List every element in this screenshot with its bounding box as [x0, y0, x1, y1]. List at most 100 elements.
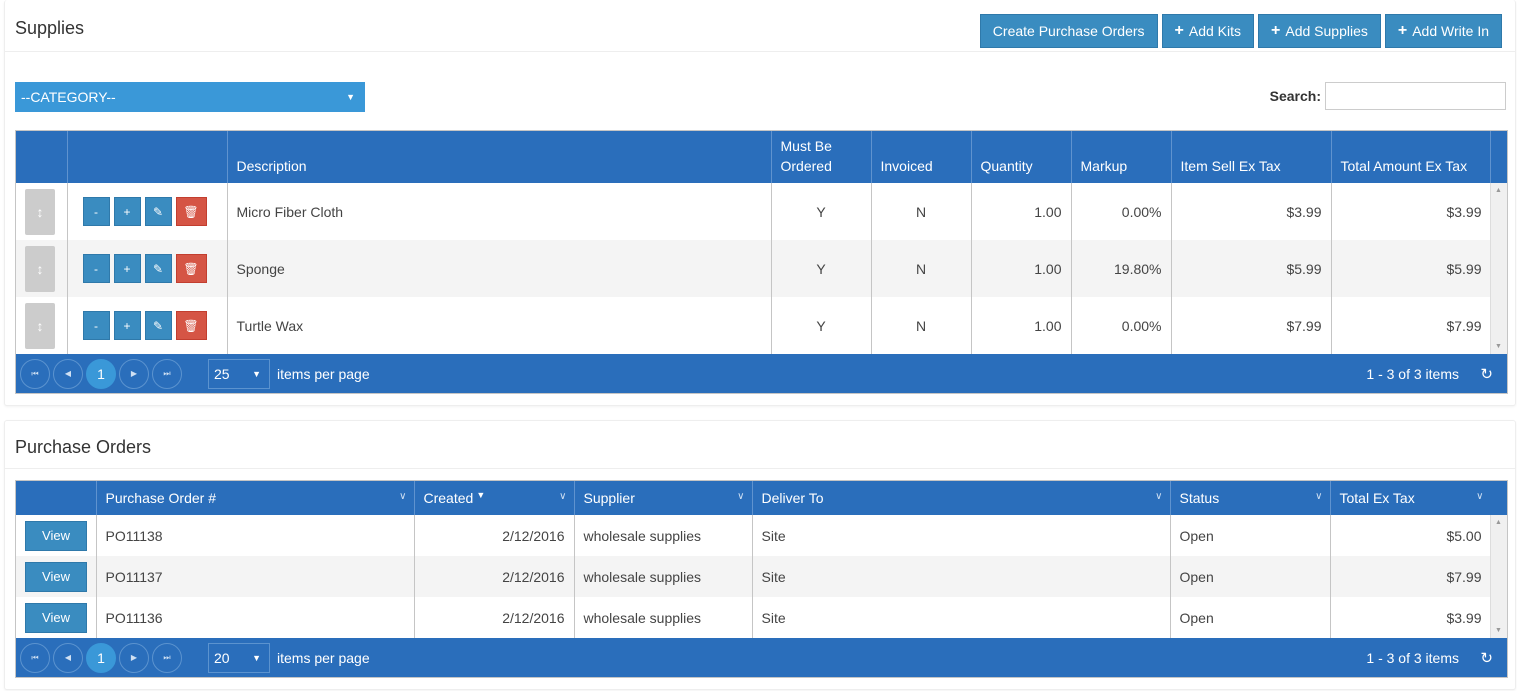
cell-total-amount-ex-tax: $7.99	[1331, 297, 1492, 354]
decrease-quantity-button[interactable]: -	[82, 197, 110, 226]
scroll-up-icon[interactable]: ▲	[1495, 187, 1502, 194]
increase-quantity-button[interactable]: +	[113, 311, 141, 340]
page-size-dropdown[interactable]: 25 ▼	[208, 358, 270, 389]
next-page-icon[interactable]: ▶	[119, 358, 149, 389]
vertical-scrollbar[interactable]: ▲ ▼	[1490, 515, 1507, 638]
view-button[interactable]: View	[25, 520, 87, 551]
delete-trash-icon[interactable]: 🗑	[175, 254, 207, 283]
pager-info: 1 - 3 of 3 items	[1366, 365, 1459, 382]
increase-quantity-button[interactable]: +	[113, 254, 141, 283]
column-header-markup[interactable]: Markup	[1071, 131, 1172, 183]
column-menu-chevron-icon[interactable]: ∨	[737, 491, 744, 502]
column-header-created[interactable]: Created ▼ ∨	[414, 481, 575, 515]
delete-trash-icon[interactable]: 🗑	[175, 311, 207, 340]
view-button[interactable]: View	[25, 561, 87, 592]
column-header-deliver-to[interactable]: Deliver To ∨	[752, 481, 1171, 515]
add-supplies-button[interactable]: + Add Supplies	[1258, 14, 1381, 48]
cell-must-be-ordered: Y	[771, 297, 872, 354]
refresh-icon[interactable]: ↻	[1480, 365, 1493, 383]
column-menu-chevron-icon[interactable]: ∨	[559, 491, 566, 502]
edit-pencil-icon[interactable]: ✎	[144, 197, 172, 226]
drag-handle-icon[interactable]: ↕	[25, 245, 55, 292]
purchase-orders-grid: Purchase Order # ∨ Created ▼ ∨ Supplier ∨ De…	[15, 480, 1508, 678]
last-page-icon[interactable]: ⏭	[152, 358, 182, 389]
prev-page-icon[interactable]: ◀	[53, 642, 83, 673]
column-menu-chevron-icon[interactable]: ∨	[1315, 491, 1322, 502]
page-number-button[interactable]: 1	[86, 358, 116, 389]
cell-markup: 0.00%	[1071, 297, 1172, 354]
column-header-label: Status	[1179, 490, 1220, 506]
cell-total-ex-tax: $3.99	[1330, 597, 1492, 638]
view-button[interactable]: View	[25, 602, 87, 633]
edit-pencil-icon[interactable]: ✎	[144, 254, 172, 283]
cell-created: 2/12/2016	[414, 597, 575, 638]
column-header-must-be-ordered[interactable]: Must Be Ordered	[771, 131, 872, 183]
search-input[interactable]	[1325, 82, 1506, 110]
column-menu-chevron-icon[interactable]: ∨	[399, 491, 406, 502]
column-header-total-amount-ex-tax[interactable]: Total Amount Ex Tax	[1331, 131, 1492, 183]
add-kits-button[interactable]: + Add Kits	[1161, 14, 1255, 48]
decrease-quantity-button[interactable]: -	[82, 254, 110, 283]
cell-markup: 19.80%	[1071, 240, 1172, 297]
category-dropdown[interactable]: --CATEGORY-- ▼	[15, 82, 365, 112]
cell-invoiced: N	[871, 240, 972, 297]
scroll-down-icon[interactable]: ▼	[1495, 343, 1502, 350]
column-header-po-number[interactable]: Purchase Order # ∨	[96, 481, 415, 515]
cell-markup: 0.00%	[1071, 183, 1172, 240]
cell-po-number: PO11137	[96, 556, 415, 597]
column-header-quantity[interactable]: Quantity	[971, 131, 1072, 183]
table-row: View PO11137 2/12/2016 wholesale supplie…	[16, 556, 1492, 597]
cell-total-amount-ex-tax: $5.99	[1331, 240, 1492, 297]
column-header-description[interactable]: Description	[227, 131, 772, 183]
plus-icon: +	[1271, 22, 1281, 39]
column-menu-chevron-icon[interactable]: ∨	[1155, 491, 1162, 502]
column-menu-chevron-icon[interactable]: ∨	[1476, 491, 1483, 502]
last-page-icon[interactable]: ⏭	[152, 642, 182, 673]
column-header-total-ex-tax[interactable]: Total Ex Tax ∨	[1330, 481, 1492, 515]
vertical-scrollbar[interactable]: ▲ ▼	[1490, 183, 1507, 354]
first-page-icon[interactable]: ⏮	[20, 642, 50, 673]
pager-info: 1 - 3 of 3 items	[1366, 649, 1459, 666]
supplies-title: Supplies	[15, 18, 85, 38]
drag-handle-icon[interactable]: ↕	[25, 302, 55, 349]
header-filler	[1490, 131, 1507, 183]
page-number-button[interactable]: 1	[86, 642, 116, 673]
cell-item-sell-ex-tax: $3.99	[1171, 183, 1332, 240]
first-page-icon[interactable]: ⏮	[20, 358, 50, 389]
plus-icon: +	[1174, 22, 1184, 39]
prev-page-icon[interactable]: ◀	[53, 358, 83, 389]
add-write-in-button[interactable]: + Add Write In	[1384, 14, 1502, 48]
cell-invoiced: N	[871, 183, 972, 240]
supplies-header: Supplies Create Purchase Orders + Add Kit…	[5, 0, 1515, 52]
scroll-down-icon[interactable]: ▼	[1495, 627, 1502, 634]
edit-pencil-icon[interactable]: ✎	[144, 311, 172, 340]
delete-trash-icon[interactable]: 🗑	[175, 197, 207, 226]
search-label: Search:	[1269, 88, 1321, 104]
supplies-header-row: Description Must Be Ordered Invoiced Qua…	[16, 131, 1492, 183]
purchase-orders-panel: Purchase Orders Purchase Order # ∨ Create…	[4, 420, 1516, 690]
refresh-icon[interactable]: ↻	[1480, 649, 1493, 667]
cell-item-sell-ex-tax: $7.99	[1171, 297, 1332, 354]
column-header-label: Deliver To	[761, 490, 824, 506]
column-header-supplier[interactable]: Supplier ∨	[574, 481, 753, 515]
decrease-quantity-button[interactable]: -	[82, 311, 110, 340]
header-filler	[1490, 481, 1507, 515]
next-page-icon[interactable]: ▶	[119, 642, 149, 673]
cell-description: Turtle Wax	[227, 297, 772, 354]
column-header-item-sell-ex-tax[interactable]: Item Sell Ex Tax	[1171, 131, 1332, 183]
column-header-label: Created	[423, 490, 474, 506]
chevron-down-icon: ▼	[346, 92, 355, 102]
supplies-table: Description Must Be Ordered Invoiced Qua…	[16, 131, 1492, 354]
column-header-drag	[16, 131, 68, 183]
cell-deliver-to: Site	[752, 597, 1171, 638]
sort-descending-icon: ▼	[476, 490, 486, 500]
cell-status: Open	[1170, 556, 1331, 597]
column-header-status[interactable]: Status ∨	[1170, 481, 1331, 515]
scroll-up-icon[interactable]: ▲	[1495, 519, 1502, 526]
column-header-invoiced[interactable]: Invoiced	[871, 131, 972, 183]
create-purchase-orders-button[interactable]: Create Purchase Orders	[979, 14, 1158, 48]
drag-handle-icon[interactable]: ↕	[25, 188, 55, 235]
increase-quantity-button[interactable]: +	[113, 197, 141, 226]
chevron-down-icon: ▼	[252, 652, 261, 663]
page-size-dropdown[interactable]: 20 ▼	[208, 642, 270, 673]
